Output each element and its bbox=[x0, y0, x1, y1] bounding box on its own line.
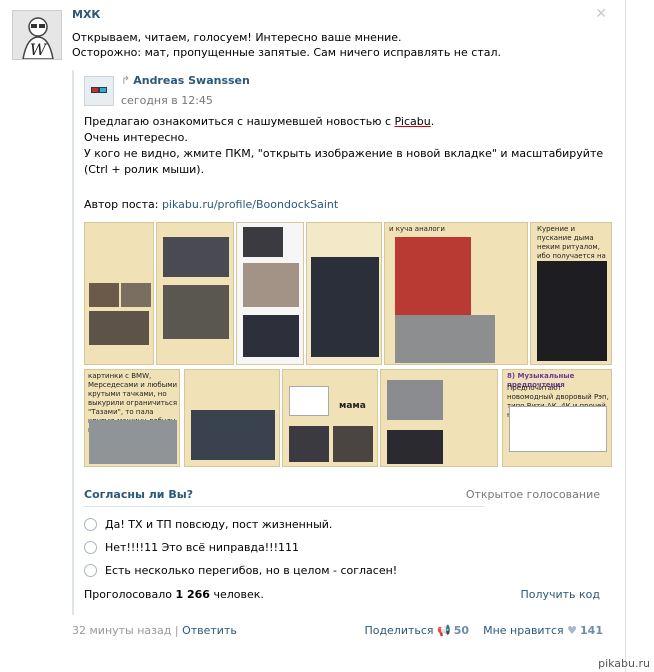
like-button[interactable]: Мне нравится ♥ 141 bbox=[483, 624, 603, 637]
poll-total: Проголосовало 1 266 человек. bbox=[84, 588, 264, 601]
repost-avatar-image bbox=[85, 77, 113, 105]
share-count: 50 bbox=[453, 624, 470, 637]
watermark: pikabu.ru bbox=[598, 657, 650, 670]
repost-text-line: Предлагаю ознакомиться с нашумевшей ново… bbox=[84, 114, 614, 130]
collage-tile bbox=[380, 369, 498, 467]
collage-caption: мама bbox=[339, 401, 366, 411]
poll-option[interactable]: Есть несколько перегибов, но в целом - с… bbox=[84, 562, 397, 578]
attached-image[interactable]: и куча аналоги Курение и пускание дыма н… bbox=[84, 222, 612, 468]
collage-tile: картинки с BMW, Мерседесами и любыми кру… bbox=[84, 369, 180, 467]
collage-tile bbox=[84, 222, 154, 365]
poll-option-label: Да! ТХ и ТП повсюду, пост жизненный. bbox=[105, 517, 333, 531]
poll-option[interactable]: Да! ТХ и ТП повсюду, пост жизненный. bbox=[84, 516, 332, 532]
collage-caption: и куча аналоги bbox=[389, 225, 445, 233]
footer-separator: | bbox=[171, 624, 183, 637]
poll-option-label: Нет!!!!11 Это всё ниправда!!!111 bbox=[105, 540, 299, 554]
radio-icon[interactable] bbox=[84, 517, 97, 531]
poll-option-label: Есть несколько перегибов, но в целом - с… bbox=[105, 563, 398, 577]
poll-option[interactable]: Нет!!!!11 Это всё ниправда!!!111 bbox=[84, 539, 299, 555]
poll-divider bbox=[84, 506, 484, 507]
repost-author[interactable]: ↱ Andreas Swanssen bbox=[121, 74, 250, 87]
poll-total-part: Проголосовало bbox=[84, 588, 176, 601]
post-footer-meta: 32 минуты назад | Ответить bbox=[72, 624, 237, 637]
repost-author-name: Andreas Swanssen bbox=[133, 74, 250, 87]
collage-tile bbox=[236, 222, 304, 365]
post-text-line: Осторожно: мат, пропущенные запятые. Сам… bbox=[72, 46, 501, 59]
get-code-link[interactable]: Получить код bbox=[520, 588, 600, 601]
reply-link[interactable]: Ответить bbox=[182, 624, 237, 637]
repost-author-label: Автор поста: bbox=[84, 198, 162, 211]
poll-title: Согласны ли Вы? bbox=[84, 488, 194, 501]
poll-total-part: человек. bbox=[209, 588, 264, 601]
collage-tile bbox=[156, 222, 234, 365]
repost-text: Предлагаю ознакомиться с нашумевшей ново… bbox=[84, 114, 614, 178]
repost-author-line: Автор поста: pikabu.ru/profile/BoondockS… bbox=[84, 198, 338, 211]
like-label: Мне нравится bbox=[483, 624, 564, 637]
post-card: W ✕ МХК Открываем, читаем, голосуем! Инт… bbox=[0, 0, 626, 672]
close-icon[interactable]: ✕ bbox=[595, 6, 607, 22]
repost-text-part: . bbox=[430, 115, 435, 128]
svg-text:W: W bbox=[30, 40, 48, 59]
repost-text-line: У кого не видно, жмите ПКМ, "открыть изо… bbox=[84, 147, 604, 176]
share-button[interactable]: Поделиться 📢 50 bbox=[364, 624, 469, 637]
share-label: Поделиться bbox=[364, 624, 434, 637]
post-footer-actions: Поделиться 📢 50 Мне нравится ♥ 141 bbox=[364, 624, 603, 637]
collage-tile bbox=[184, 369, 280, 467]
post-time[interactable]: 32 минуты назад bbox=[72, 624, 171, 637]
radio-icon[interactable] bbox=[84, 540, 97, 554]
heart-icon: ♥ bbox=[567, 624, 578, 637]
picabu-word: Picabu bbox=[394, 115, 431, 128]
repost-text-part: Предлагаю ознакомиться с нашумевшей ново… bbox=[84, 115, 395, 128]
collage-tile: Курение и пускание дыма неким ритуалом, … bbox=[530, 222, 612, 365]
collage-tile: мама bbox=[282, 369, 378, 467]
megaphone-icon: 📢 bbox=[437, 624, 451, 637]
repost-block: ↱ Andreas Swanssen сегодня в 12:45 Предла… bbox=[72, 70, 612, 615]
repost-avatar[interactable] bbox=[84, 76, 114, 106]
author-avatar[interactable]: W bbox=[12, 10, 62, 60]
post-text-line: Открываем, читаем, голосуем! Интересно в… bbox=[72, 31, 402, 44]
post-author[interactable]: МХК bbox=[72, 8, 100, 21]
repost-text-line: Очень интересно. bbox=[84, 131, 188, 144]
poll-total-count: 1 266 bbox=[175, 588, 210, 601]
like-count: 141 bbox=[580, 624, 603, 637]
poll-kind: Открытое голосование bbox=[465, 488, 600, 501]
post-text: Открываем, читаем, голосуем! Интересно в… bbox=[72, 30, 602, 60]
radio-icon[interactable] bbox=[84, 563, 97, 577]
repost-arrow-icon: ↱ bbox=[121, 74, 131, 87]
avatar-image: W bbox=[13, 11, 61, 59]
collage-tile bbox=[306, 222, 382, 365]
collage-tile: и куча аналоги bbox=[384, 222, 528, 365]
collage-tile: 8) Музыкальные предпочтения Предпочитают… bbox=[502, 369, 612, 467]
author-profile-link[interactable]: pikabu.ru/profile/BoondockSaint bbox=[162, 198, 338, 211]
repost-date[interactable]: сегодня в 12:45 bbox=[121, 94, 213, 107]
